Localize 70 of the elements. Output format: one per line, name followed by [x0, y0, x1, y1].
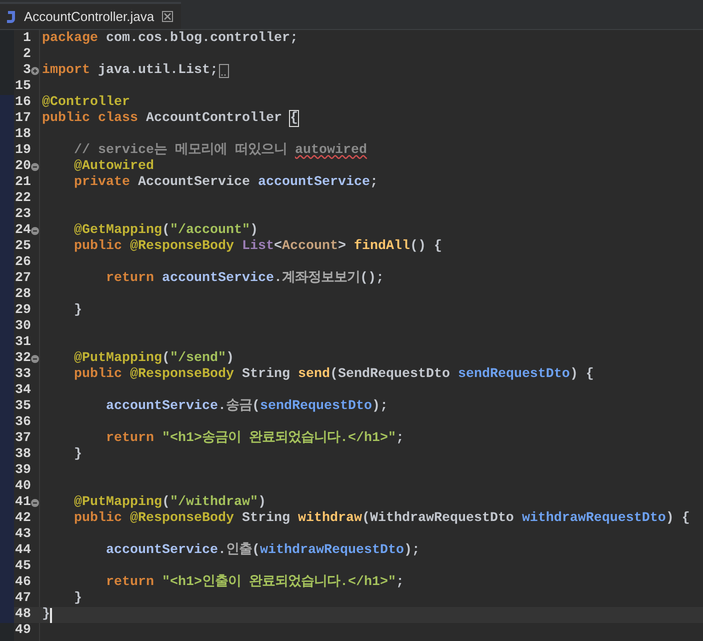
folded-code-icon[interactable] — [218, 64, 229, 78]
line-number: 33 — [15, 367, 31, 383]
code-line: package com.cos.blog.controller; — [42, 31, 298, 47]
code-line: @GetMapping("/account") — [72, 223, 258, 239]
code-line: } — [72, 447, 82, 463]
line-number: 44 — [15, 543, 31, 559]
line-number: 20 — [15, 159, 31, 175]
code-line: private AccountService accountService; — [72, 175, 378, 191]
code-line: public @ResponseBody String withdraw(WithdrawRequestDto withdrawRequestDto) { — [72, 511, 690, 527]
line-number: 30 — [15, 319, 31, 335]
line-number: 27 — [15, 271, 31, 287]
line-number: 32 — [15, 351, 31, 367]
line-number: 48 — [15, 607, 31, 623]
line-number: 35 — [15, 399, 31, 415]
code-line: accountService.인출(withdrawRequestDto); — [104, 543, 420, 559]
line-number: 17 — [15, 111, 31, 127]
line-number: 41 — [15, 495, 31, 511]
line-number: 3 — [23, 63, 31, 79]
collapse-icon[interactable] — [31, 163, 39, 171]
line-number: 25 — [15, 239, 31, 255]
line-number: 26 — [15, 255, 31, 271]
line-number: 38 — [15, 447, 31, 463]
expand-icon[interactable] — [31, 67, 39, 75]
code-line: import java.util.List; — [42, 63, 218, 79]
line-number: 21 — [15, 175, 31, 191]
code-line: accountService.송금(sendRequestDto); — [104, 399, 388, 415]
line-number: 2 — [23, 47, 31, 63]
code-line: @Autowired — [72, 159, 154, 175]
line-number: 36 — [15, 415, 31, 431]
line-number: 15 — [15, 79, 31, 95]
line-number: 39 — [15, 463, 31, 479]
line-number: 46 — [15, 575, 31, 591]
line-number: 29 — [15, 303, 31, 319]
code-line: return "<h1>인출이 완료되었습니다.</h1>"; — [104, 575, 404, 591]
line-number: 23 — [15, 207, 31, 223]
code-line: } — [72, 303, 82, 319]
line-number: 19 — [15, 143, 31, 159]
text-cursor — [50, 608, 52, 622]
code-line: // service는 메모리에 떠있으니 autowired — [72, 143, 367, 159]
code-line: return accountService.계좌정보보기(); — [104, 271, 384, 287]
line-number: 31 — [15, 335, 31, 351]
line-number: 16 — [15, 95, 31, 111]
line-number: 34 — [15, 383, 31, 399]
code-line: } — [42, 607, 50, 623]
editor-tab[interactable]: AccountController.java — [0, 2, 182, 29]
code-line: public @ResponseBody List<Account> findAll() { — [72, 239, 442, 255]
line-number: 49 — [15, 623, 31, 639]
code-line: public class AccountController { — [42, 111, 298, 127]
code-line: @PutMapping("/withdraw") — [72, 495, 266, 511]
line-number: 45 — [15, 559, 31, 575]
code-line: @Controller — [42, 95, 130, 111]
line-number: 40 — [15, 479, 31, 495]
collapse-icon[interactable] — [31, 227, 39, 235]
line-number: 28 — [15, 287, 31, 303]
code-line: } — [72, 591, 82, 607]
line-number: 43 — [15, 527, 31, 543]
collapse-icon[interactable] — [31, 499, 39, 507]
collapse-icon[interactable] — [31, 355, 39, 363]
code-line: public @ResponseBody String send(SendRequestDto sendRequestDto) { — [72, 367, 594, 383]
line-number: 37 — [15, 431, 31, 447]
line-number: 47 — [15, 591, 31, 607]
line-number: 18 — [15, 127, 31, 143]
close-icon[interactable] — [162, 11, 174, 22]
code-line: @PutMapping("/send") — [72, 351, 234, 367]
line-number: 24 — [15, 223, 31, 239]
line-number: 22 — [15, 191, 31, 207]
java-file-icon — [6, 10, 16, 24]
line-number: 42 — [15, 511, 31, 527]
line-number: 1 — [23, 31, 31, 47]
code-line: return "<h1>송금이 완료되었습니다.</h1>"; — [104, 431, 404, 447]
